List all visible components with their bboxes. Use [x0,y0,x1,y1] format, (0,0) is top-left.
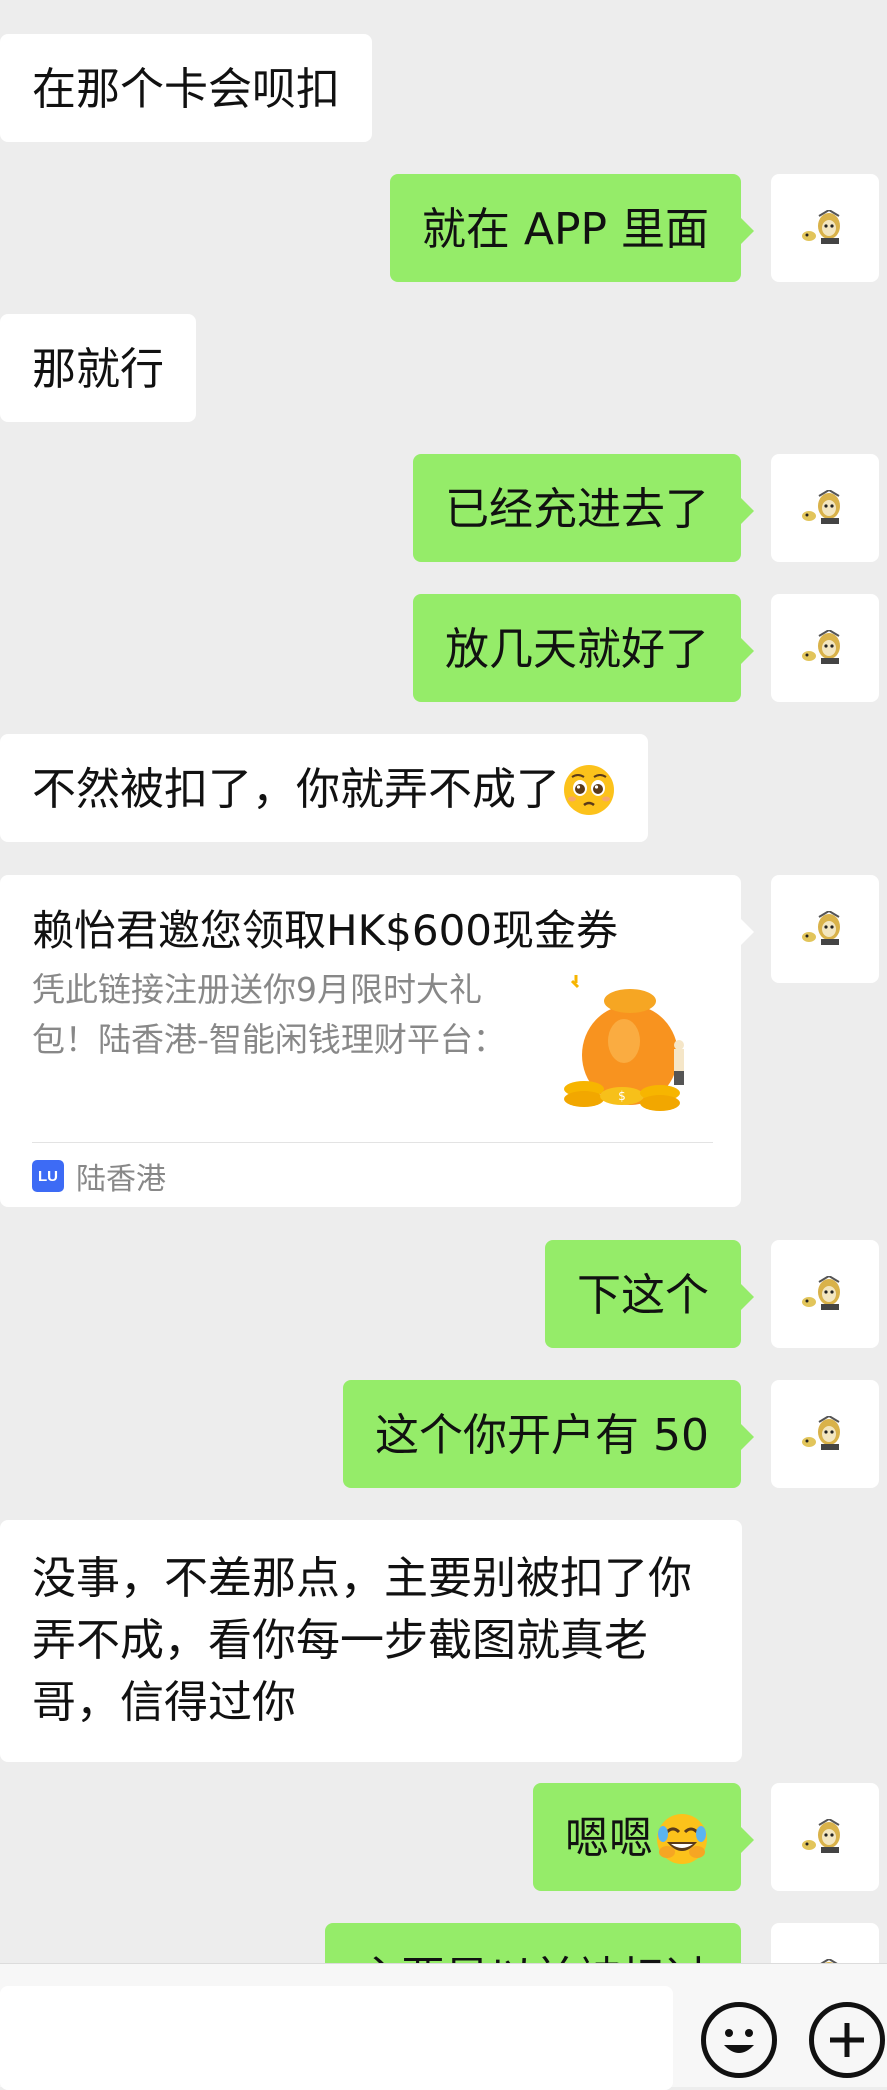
avatar-character-icon [802,210,840,244]
message-bubble-incoming[interactable]: 没事，不差那点，主要别被扣了你弄不成，看你每一步截图就真老哥，信得过你 [0,1520,742,1762]
link-card-source: LU 陆香港 [32,1158,166,1197]
message-text: 那就行 [32,344,164,395]
message-input[interactable] [0,1986,673,2090]
message-bubble-incoming[interactable]: 在那个卡会呗扣 [0,34,372,142]
svg-text:$: $ [618,1089,626,1103]
avatar[interactable] [771,1783,879,1891]
message-bubble-outgoing[interactable]: 主要是以前被扣过 [325,1923,741,1963]
link-card-source-name: 陆香港 [76,1162,166,1197]
avatar-character-icon [802,630,840,664]
avatar[interactable] [771,875,879,983]
message-text: 这个你开户有 50 [375,1410,709,1461]
message-bubble-outgoing[interactable]: 下这个 [545,1240,754,1348]
message-text: 在那个卡会呗扣 [32,64,340,115]
message-text: 没事，不差那点，主要别被扣了你弄不成，看你每一步截图就真老哥，信得过你 [32,1553,692,1728]
avatar[interactable] [771,1380,879,1488]
avatar[interactable] [771,174,879,282]
avatar[interactable] [771,454,879,562]
link-card[interactable]: 赖怡君邀您领取HK$600现金券 凭此链接注册送你9月限时大礼包！陆香港-智能闲… [0,875,754,1207]
smiley-icon[interactable] [701,2002,777,2078]
message-text: 放几天就好了 [445,624,709,675]
message-bubble-outgoing[interactable]: 已经充进去了 [413,454,754,562]
link-card-divider [32,1142,713,1143]
avatar[interactable] [771,1240,879,1348]
link-card-description: 凭此链接注册送你9月限时大礼包！陆香港-智能闲钱理财平台： [32,970,506,1059]
message-text: 已经充进去了 [445,484,709,535]
chat-input-bar [0,1963,887,2090]
rolling-laughing-emoji [657,1814,707,1864]
message-text: 嗯嗯 [565,1813,653,1864]
message-bubble-incoming[interactable]: 不然被扣了，你就弄不成了 [0,734,648,842]
message-text: 不然被扣了，你就弄不成了 [32,764,560,815]
link-card-title: 赖怡君邀您领取HK$600现金券 [32,906,619,955]
lu-app-icon: LU [32,1160,64,1192]
avatar-character-icon [802,1819,840,1853]
message-text: 就在 APP 里面 [421,204,709,255]
message-bubble-outgoing[interactable]: 嗯嗯 [533,1783,754,1891]
message-text: 主要是以前被扣过 [357,1925,709,1963]
avatar-character-icon [802,911,840,945]
message-bubble-incoming[interactable]: 那就行 [0,314,196,422]
avatar[interactable] [771,594,879,702]
avatar-character-icon [802,490,840,524]
chat-message-list[interactable]: 在那个卡会呗扣 就在 APP 里面 那就行 已经充进去了 放几天就好了 不然被扣… [0,0,887,1963]
money-bag-thumbnail: $ [564,975,684,1111]
avatar-character-icon [802,1276,840,1310]
message-bubble-outgoing[interactable]: 放几天就好了 [413,594,754,702]
pleading-face-emoji [564,765,614,815]
avatar-character-icon [802,1416,840,1450]
message-bubble-outgoing[interactable]: 这个你开户有 50 [343,1380,754,1488]
avatar[interactable] [771,1923,879,1963]
plus-icon[interactable] [809,2002,885,2078]
message-text: 下这个 [577,1270,709,1321]
message-bubble-outgoing[interactable]: 就在 APP 里面 [389,174,755,282]
